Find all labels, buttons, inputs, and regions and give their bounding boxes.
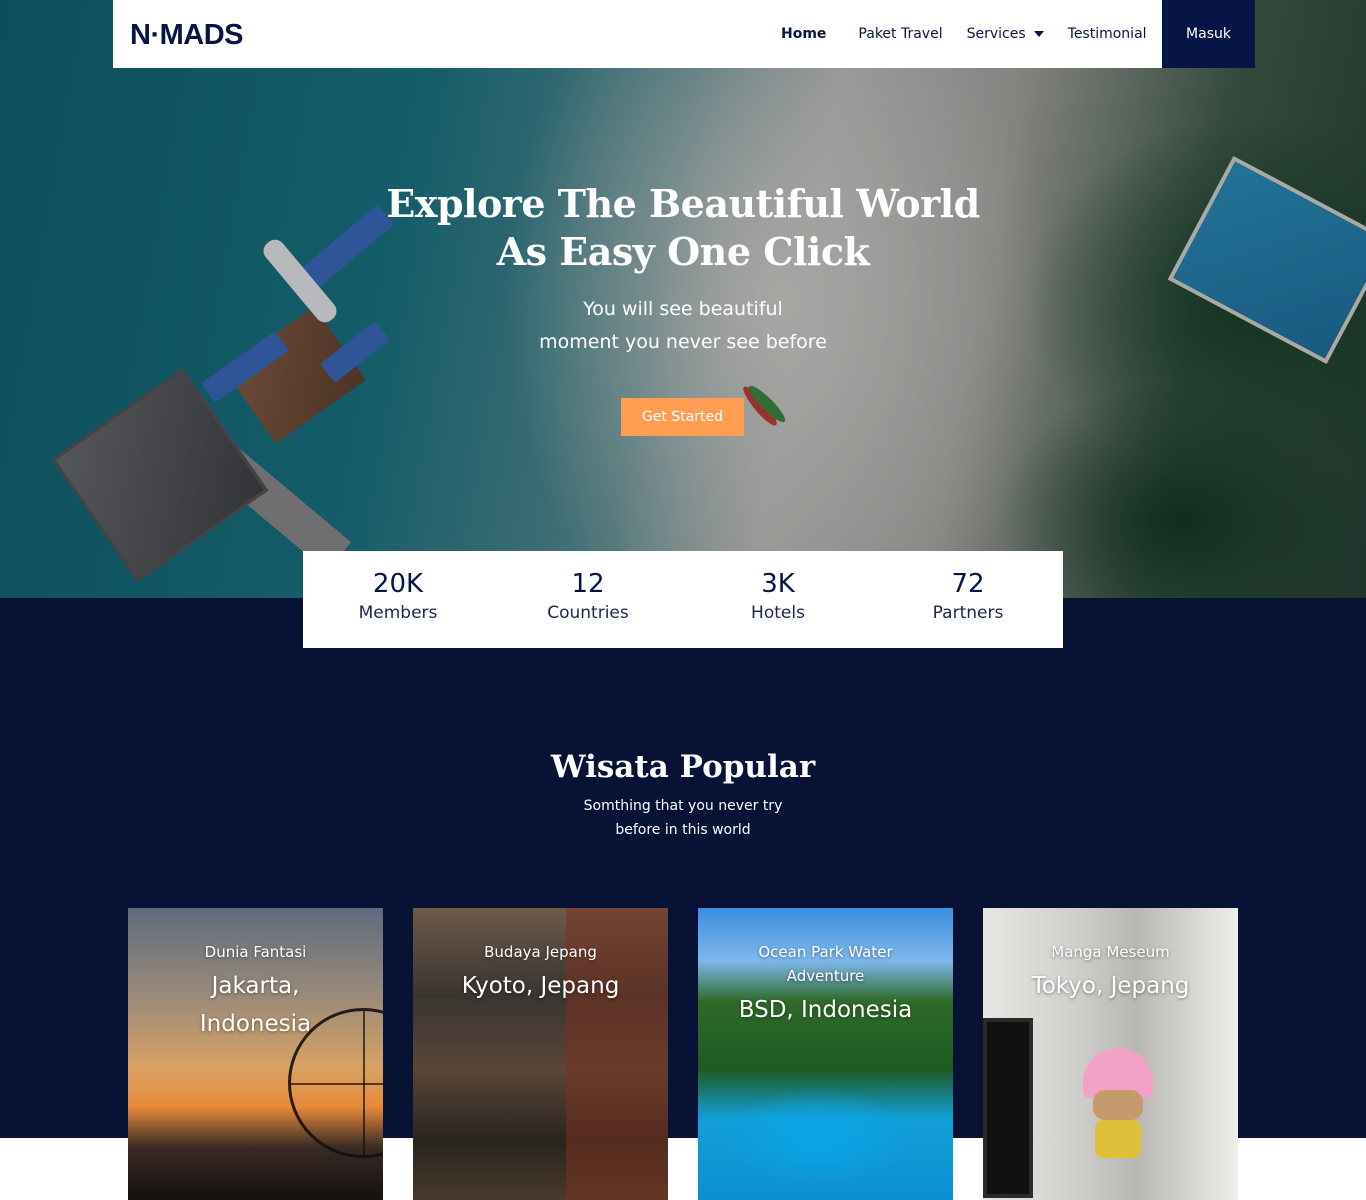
hero-title-line2: As Easy One Click <box>496 229 870 274</box>
card-caption: Dunia Fantasi Jakarta, Indonesia <box>128 940 383 1043</box>
card-location: BSD, Indonesia <box>738 997 913 1023</box>
nav-link-services-label: Services <box>966 26 1026 42</box>
travel-card-jakarta[interactable]: Dunia Fantasi Jakarta, Indonesia <box>128 908 383 1200</box>
login-button[interactable]: Masuk <box>1162 0 1255 68</box>
card-location: Tokyo, Jepang <box>1031 973 1190 999</box>
card-caption: Ocean Park Water Adventure BSD, Indonesi… <box>698 940 953 1029</box>
stat-countries: 12 Countries <box>493 551 683 648</box>
stat-label: Partners <box>932 603 1004 623</box>
stat-value: 20K <box>372 569 424 599</box>
caret-down-icon <box>1033 31 1044 37</box>
section-subtitle-line2: before in this world <box>615 822 751 838</box>
travel-card-bsd[interactable]: Ocean Park Water Adventure BSD, Indonesi… <box>698 908 953 1200</box>
card-location: Jakarta, Indonesia <box>199 973 312 1037</box>
stat-label: Members <box>358 603 438 623</box>
card-caption: Manga Meseum Tokyo, Jepang <box>983 940 1238 1005</box>
travel-card-kyoto[interactable]: Budaya Jepang Kyoto, Jepang <box>413 908 668 1200</box>
hero-title-line1: Explore The Beautiful World <box>386 181 980 226</box>
card-category: Budaya Jepang <box>484 943 597 961</box>
hero-subtitle: You will see beautiful moment you never … <box>433 293 933 359</box>
nav-link-paket-travel[interactable]: Paket Travel <box>858 26 942 42</box>
card-caption: Budaya Jepang Kyoto, Jepang <box>413 940 668 1005</box>
framed-art-image <box>983 1018 1033 1198</box>
navbar: N·MADS Home Paket Travel Services Testim… <box>113 0 1255 68</box>
hero-title: Explore The Beautiful World As Easy One … <box>283 180 1083 276</box>
stat-partners: 72 Partners <box>873 551 1063 648</box>
section-title: Wisata Popular <box>550 749 816 785</box>
figure-face <box>1093 1090 1143 1120</box>
card-category: Manga Meseum <box>1051 943 1170 961</box>
get-started-button[interactable]: Get Started <box>621 398 744 436</box>
nav-links: Home Paket Travel Services Testimonial <box>781 0 1171 68</box>
section-subtitle-line1: Somthing that you never try <box>583 798 783 814</box>
stat-members: 20K Members <box>303 551 493 648</box>
stat-value: 12 <box>571 569 605 599</box>
card-location: Kyoto, Jepang <box>461 973 620 999</box>
travel-card-tokyo[interactable]: Manga Meseum Tokyo, Jepang <box>983 908 1238 1200</box>
hero-subtitle-line1: You will see beautiful <box>583 298 783 320</box>
stat-value: 72 <box>951 569 985 599</box>
nav-link-testimonial[interactable]: Testimonial <box>1068 26 1147 42</box>
stats-bar: 20K Members 12 Countries 3K Hotels 72 Pa… <box>303 551 1063 648</box>
nav-link-services[interactable]: Services <box>967 26 1044 42</box>
card-category: Dunia Fantasi <box>204 943 307 961</box>
hero-subtitle-line2: moment you never see before <box>539 331 827 353</box>
stat-label: Hotels <box>751 603 805 623</box>
card-category: Ocean Park Water Adventure <box>758 943 893 985</box>
stat-hotels: 3K Hotels <box>683 551 873 648</box>
section-subtitle: Somthing that you never try before in th… <box>483 794 883 842</box>
nomads-logo[interactable]: N·MADS <box>130 19 244 52</box>
nav-link-home[interactable]: Home <box>781 26 826 42</box>
chopper-figure-image <box>1073 1048 1163 1158</box>
figure-body <box>1095 1120 1141 1158</box>
stat-value: 3K <box>761 569 795 599</box>
stat-label: Countries <box>547 603 629 623</box>
